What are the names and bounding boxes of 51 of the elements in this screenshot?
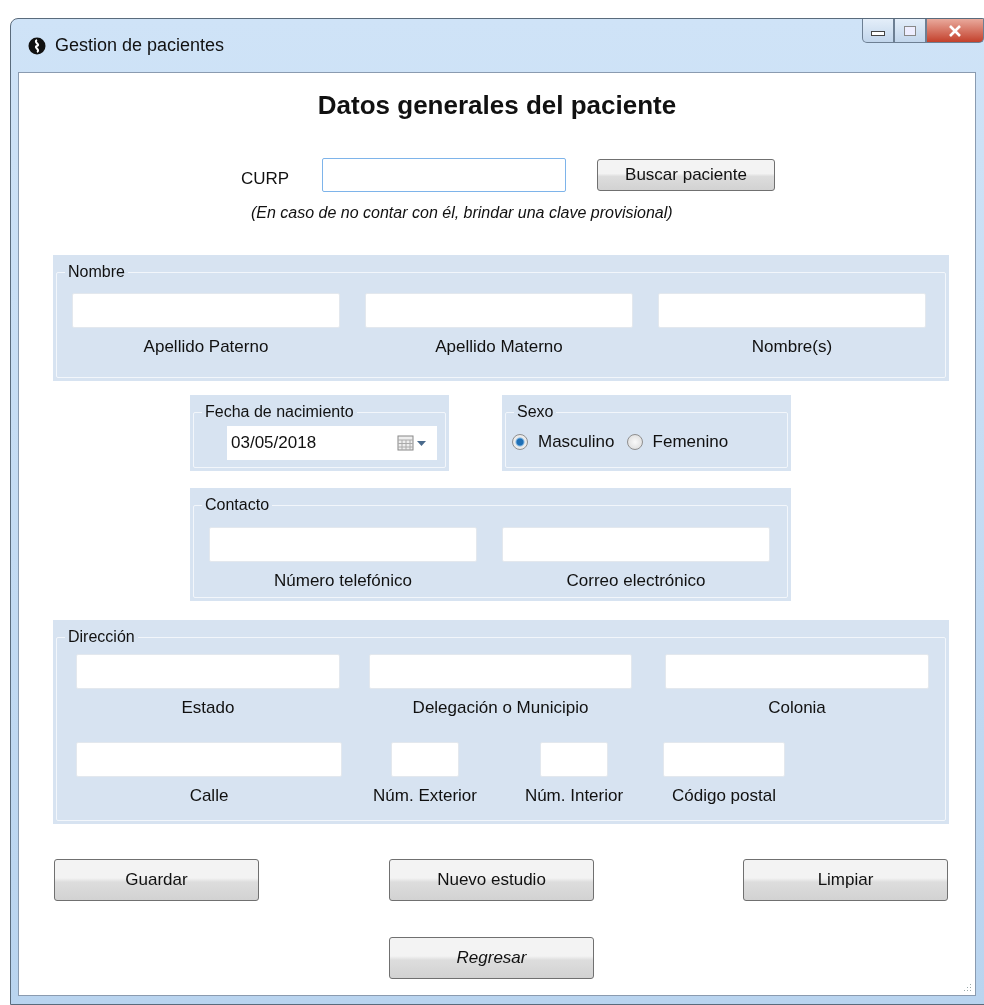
text-input-field[interactable] — [76, 654, 340, 689]
text-input-field[interactable] — [658, 293, 926, 328]
search-patient-button[interactable]: Buscar paciente — [597, 159, 775, 191]
calendar-icon — [397, 435, 427, 451]
field-label: Apellido Paterno — [143, 337, 269, 357]
text-input-field[interactable] — [365, 293, 633, 328]
action-button[interactable]: Nuevo estudio — [389, 859, 594, 901]
group-label: Contacto — [204, 496, 271, 514]
field-label: Nombre(s) — [751, 337, 833, 357]
curp-hint: (En caso de no contar con él, brindar una clave provisional) — [251, 204, 674, 223]
text-input-field[interactable] — [76, 742, 342, 777]
action-button[interactable]: Guardar — [54, 859, 259, 901]
radio-button[interactable] — [626, 434, 643, 450]
text-input-field[interactable] — [391, 742, 459, 777]
text-input-field[interactable] — [665, 654, 929, 689]
minimize-button[interactable] — [862, 19, 894, 43]
field-label: Delegación o Municipio — [412, 698, 589, 718]
text-input-field[interactable] — [663, 742, 785, 777]
radio-button[interactable] — [512, 434, 528, 450]
text-input-field[interactable] — [369, 654, 632, 689]
group-label: Fecha de nacimiento — [204, 403, 355, 421]
field-label: Correo electrónico — [566, 571, 706, 591]
field-label: Código postal — [672, 786, 776, 806]
action-button[interactable]: Limpiar — [743, 859, 948, 901]
group-label: Nombre — [67, 263, 126, 281]
group-label: Dirección — [67, 628, 136, 646]
date-picker[interactable]: 03/05/2018 — [227, 426, 437, 460]
group-label: Sexo — [516, 403, 555, 421]
text-input-field[interactable] — [72, 293, 340, 328]
radio-option[interactable]: Femenino — [626, 432, 729, 452]
window-title: Gestion de pacientes — [55, 35, 225, 56]
field-label: Apellido Materno — [435, 337, 563, 357]
field-label: Núm. Exterior — [373, 786, 477, 806]
back-button[interactable]: Regresar — [389, 937, 594, 979]
text-input-field[interactable] — [540, 742, 608, 777]
field-label: Calle — [189, 786, 229, 806]
field-label: Colonia — [768, 698, 826, 718]
radio-option[interactable]: Masculino — [512, 432, 615, 452]
curp-input-field[interactable] — [322, 158, 566, 192]
app-icon — [28, 36, 46, 55]
field-label: Núm. Interior — [524, 786, 624, 806]
field-label: Estado — [181, 698, 235, 718]
curp-label: CURP — [241, 168, 291, 189]
text-input-field[interactable] — [209, 527, 477, 562]
maximize-button[interactable] — [894, 19, 926, 43]
resize-grip-icon — [962, 982, 972, 992]
text-input-field[interactable] — [502, 527, 770, 562]
close-icon — [948, 24, 962, 37]
form-heading: Datos generales del paciente — [316, 89, 678, 120]
close-button[interactable] — [926, 19, 984, 43]
field-label: Número telefónico — [274, 571, 412, 591]
